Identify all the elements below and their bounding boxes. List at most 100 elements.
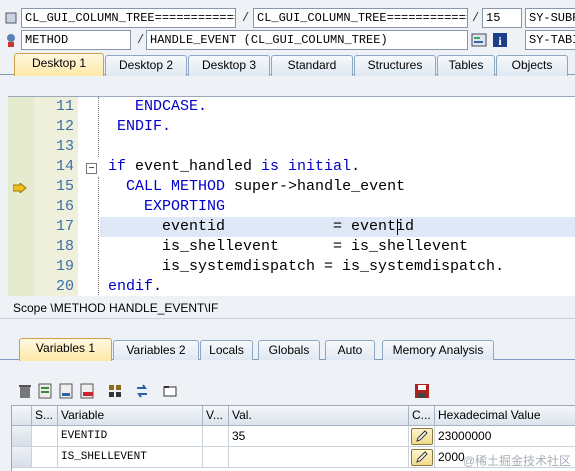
line-number: 14	[55, 158, 74, 175]
column-header[interactable]: S...	[32, 406, 58, 426]
line-number: 16	[55, 198, 74, 215]
abap-debugger-window: CL_GUI_COLUMN_TREE============= / CL_GUI…	[0, 0, 575, 471]
keyword-token: endif	[108, 278, 154, 295]
tab-desktop-1[interactable]: Desktop 1	[14, 53, 104, 76]
tab-desktop-3[interactable]: Desktop 3	[188, 55, 270, 76]
line-number: 17	[55, 218, 74, 235]
code-text: ENDCASE.	[108, 98, 208, 115]
separator: /	[472, 11, 480, 25]
status-cell	[32, 426, 58, 447]
code-text: is_systemdispatch = is_systemdispatch.	[108, 258, 505, 275]
code-text: EXPORTING	[108, 197, 225, 217]
keyword-token: is initial	[261, 158, 352, 175]
save-icon[interactable]	[414, 383, 430, 399]
keyword-token: EXPORTING	[144, 198, 226, 215]
code-token: event_handled	[126, 158, 262, 175]
tab-memory-analysis[interactable]: Memory Analysis	[382, 340, 494, 360]
class-icon	[3, 10, 19, 26]
include-field[interactable]: CL_GUI_COLUMN_TREE=============	[253, 8, 468, 28]
append-row-icon[interactable]	[58, 383, 74, 399]
text-cursor	[397, 219, 398, 235]
column-header[interactable]: Variable	[58, 406, 203, 426]
tab-tables[interactable]: Tables	[437, 55, 495, 76]
code-line[interactable]: 14 if event_handled is initial.	[8, 157, 575, 177]
variable-cell[interactable]: EVENTID	[58, 426, 203, 447]
v-cell	[203, 447, 229, 468]
line-number: 12	[55, 118, 74, 135]
code-line[interactable]: 16 EXPORTING	[8, 197, 575, 217]
source-code-editor[interactable]: − 11 ENDCASE. 12 ENDIF. 13 14 if event_handl…	[8, 96, 575, 296]
code-text: eventid = eventid	[108, 218, 415, 235]
status-cell	[32, 447, 58, 468]
code-text: is_shellevent = is_shellevent	[108, 238, 469, 255]
tab-desktop-2[interactable]: Desktop 2	[105, 55, 187, 76]
line-number: 20	[55, 278, 74, 295]
v-cell	[203, 426, 229, 447]
display-icon[interactable]	[471, 32, 487, 48]
sort-icon[interactable]	[107, 383, 123, 399]
folder-icon[interactable]	[162, 383, 178, 399]
tab-structures[interactable]: Structures	[354, 55, 436, 76]
transfer-icon[interactable]	[134, 383, 150, 399]
tab-variables-1[interactable]: Variables 1	[19, 338, 112, 361]
variables-tabstrip: Variables 1 Variables 2 Locals Globals A…	[0, 338, 575, 361]
line-number: 18	[55, 238, 74, 255]
info-icon[interactable]: i	[492, 32, 508, 48]
code-text: ENDIF.	[108, 118, 172, 135]
tab-auto[interactable]: Auto	[325, 340, 375, 360]
delete-icon[interactable]	[17, 383, 33, 399]
pencil-icon[interactable]	[411, 449, 433, 466]
sytabix-field[interactable]: SY-TABIX	[525, 30, 575, 50]
event-type-field[interactable]: METHOD	[21, 30, 131, 50]
sysubrc-field[interactable]: SY-SUBRC	[525, 8, 575, 28]
row-selector[interactable]	[12, 426, 32, 447]
keyword-token: CALL METHOD	[126, 178, 226, 195]
variable-cell[interactable]: IS_SHELLEVENT	[58, 447, 203, 468]
separator: /	[242, 11, 250, 25]
desktop-tabstrip: Desktop 1 Desktop 2 Desktop 3 Standard S…	[0, 53, 575, 76]
line-number: 19	[55, 258, 74, 275]
hex-cell[interactable]: 23000000	[435, 426, 575, 447]
line-number: 15	[55, 178, 74, 195]
code-token: .	[153, 278, 163, 295]
tab-globals[interactable]: Globals	[258, 340, 320, 360]
code-token: .	[351, 158, 361, 175]
delete-row-icon[interactable]	[79, 383, 95, 399]
code-line[interactable]: 12 ENDIF.	[8, 117, 575, 137]
value-cell[interactable]: 35	[229, 426, 409, 447]
tab-standard[interactable]: Standard	[271, 55, 353, 76]
separator: /	[137, 33, 145, 47]
code-line[interactable]: 15 CALL METHOD super->handle_event	[8, 177, 575, 197]
row-selector[interactable]	[12, 447, 32, 468]
scope-bar: Scope \METHOD HANDLE_EVENT\IF	[0, 297, 575, 319]
line-number: 13	[55, 138, 74, 155]
code-line[interactable]: 17 eventid = eventid	[8, 217, 575, 237]
line-field[interactable]: 15	[482, 8, 522, 28]
code-token: super->handle_event	[225, 178, 406, 195]
watermark: @稀土掘金技术社区	[462, 454, 571, 468]
line-number: 11	[55, 98, 74, 115]
code-line[interactable]: 11 ENDCASE.	[8, 97, 575, 117]
tab-variables-2[interactable]: Variables 2	[113, 340, 199, 360]
code-line[interactable]: 13	[8, 137, 575, 157]
code-text: endif.	[108, 277, 162, 296]
column-header[interactable]: V...	[203, 406, 229, 426]
pencil-icon[interactable]	[411, 428, 433, 445]
column-header[interactable]: C...	[409, 406, 435, 426]
value-cell[interactable]	[229, 447, 409, 468]
code-line[interactable]: 19 is_systemdispatch = is_systemdispatch…	[8, 257, 575, 277]
tab-locals[interactable]: Locals	[200, 340, 253, 360]
code-line[interactable]: 20 endif.	[8, 277, 575, 296]
code-line[interactable]: 18 is_shellevent = is_shellevent	[8, 237, 575, 257]
tab-objects[interactable]: Objects	[496, 55, 568, 76]
column-header[interactable]: Hexadecimal Value	[435, 406, 575, 426]
keyword-token: if	[108, 158, 127, 175]
event-name-field[interactable]: HANDLE_EVENT (CL_GUI_COLUMN_TREE)	[146, 30, 468, 50]
program-field[interactable]: CL_GUI_COLUMN_TREE=============	[21, 8, 236, 28]
code-text: if event_handled is initial.	[108, 157, 360, 177]
row-selector-header[interactable]	[12, 406, 32, 426]
insert-variable-icon[interactable]	[37, 383, 53, 399]
column-header[interactable]: Val.	[229, 406, 409, 426]
